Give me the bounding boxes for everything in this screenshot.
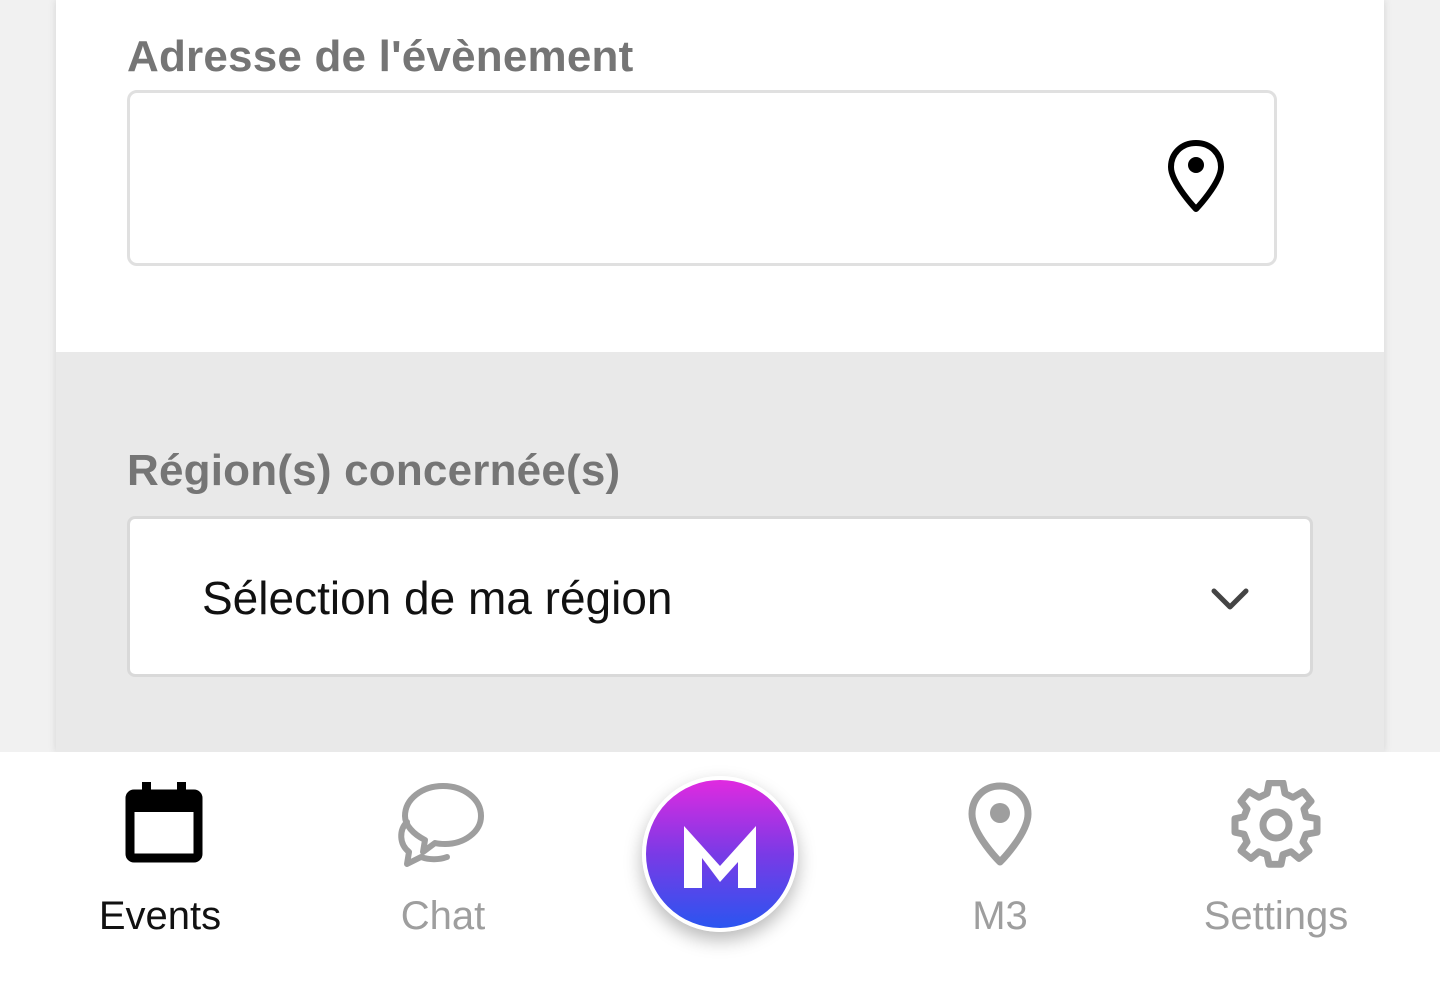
nav-m3-label: M3: [972, 894, 1028, 938]
app-logo-icon: [684, 826, 756, 888]
chat-bubbles-icon: [398, 783, 484, 867]
map-pin-icon[interactable]: [1166, 137, 1226, 217]
gear-icon: [1231, 780, 1321, 868]
chevron-down-icon: [1211, 588, 1249, 610]
address-section: Adresse de l'évènement: [56, 0, 1384, 352]
nav-events-label: Events: [98, 894, 222, 938]
region-select[interactable]: Sélection de ma région: [127, 516, 1313, 677]
nav-settings-label: Settings: [1203, 894, 1349, 938]
app-logo-button[interactable]: [642, 776, 798, 932]
nav-settings[interactable]: Settings: [1166, 752, 1386, 987]
calendar-icon: [125, 782, 203, 863]
region-label: Région(s) concernée(s): [127, 446, 621, 495]
nav-m3[interactable]: M3: [890, 752, 1110, 987]
region-selected-value: Sélection de ma région: [202, 572, 673, 624]
map-pin-icon: [968, 782, 1032, 866]
bottom-navigation: Events Chat M3 Settings: [0, 752, 1440, 987]
nav-chat-label: Chat: [400, 894, 486, 938]
nav-chat[interactable]: Chat: [333, 752, 553, 987]
nav-events[interactable]: Events: [50, 752, 270, 987]
address-label: Adresse de l'évènement: [127, 32, 634, 81]
address-input[interactable]: [127, 90, 1277, 266]
event-form-card: Adresse de l'évènement Région(s) concern…: [56, 0, 1384, 752]
